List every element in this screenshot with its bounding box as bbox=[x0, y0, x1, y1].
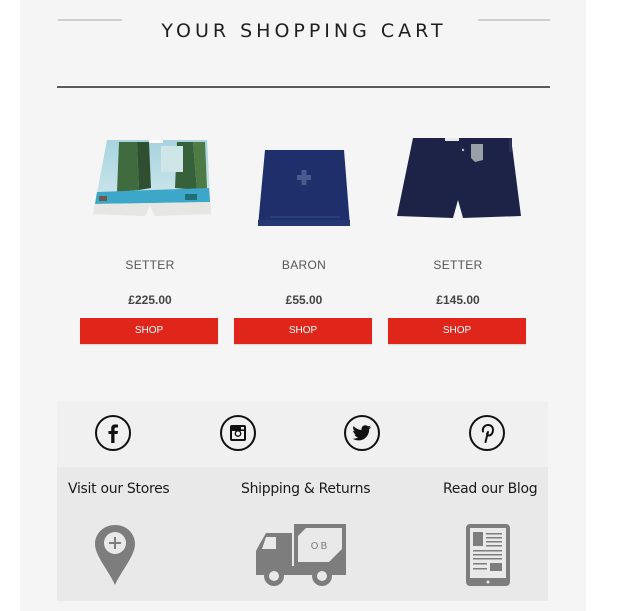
section-divider bbox=[57, 85, 550, 88]
product-card: SETTER £225.00 SHOP bbox=[80, 130, 220, 344]
product-name: BARON bbox=[281, 258, 327, 272]
product-price: £145.00 bbox=[436, 293, 480, 307]
header-rule-left bbox=[58, 19, 122, 21]
delivery-truck-icon[interactable]: OB bbox=[254, 521, 350, 592]
truck-logo-text: OB bbox=[311, 541, 330, 552]
product-price: £225.00 bbox=[128, 293, 172, 307]
cart-header: YOUR SHOPPING CART bbox=[58, 0, 550, 42]
product-name: SETTER bbox=[433, 258, 483, 272]
pinterest-icon bbox=[481, 423, 495, 443]
instagram-icon bbox=[230, 425, 246, 441]
product-name: SETTER bbox=[125, 258, 175, 272]
header-rule-right bbox=[478, 19, 550, 21]
shop-button[interactable]: SHOP bbox=[80, 318, 218, 344]
page-title: YOUR SHOPPING CART bbox=[161, 19, 447, 42]
twitter-link[interactable] bbox=[344, 415, 380, 451]
tablet-article-icon[interactable] bbox=[465, 523, 511, 592]
facebook-link[interactable] bbox=[95, 415, 131, 451]
pinterest-link[interactable] bbox=[469, 415, 505, 451]
map-pin-icon[interactable] bbox=[93, 523, 137, 592]
printed-swim-shorts-image[interactable] bbox=[89, 130, 211, 234]
instagram-link[interactable] bbox=[220, 415, 256, 451]
shipping-returns-link[interactable]: Shipping & Returns bbox=[241, 481, 371, 497]
navy-swim-shorts-image[interactable] bbox=[391, 130, 525, 234]
twitter-icon bbox=[352, 425, 372, 441]
shop-button[interactable]: SHOP bbox=[388, 318, 526, 344]
facebook-icon bbox=[108, 424, 118, 443]
visit-stores-link[interactable]: Visit our Stores bbox=[68, 481, 170, 497]
product-card: SETTER £145.00 SHOP bbox=[388, 130, 528, 344]
social-links-bar bbox=[57, 401, 548, 467]
navy-towel-image[interactable] bbox=[234, 130, 374, 234]
footer-links: Visit our Stores Shipping & Returns Read… bbox=[57, 467, 548, 601]
product-price: £55.00 bbox=[285, 293, 323, 307]
shop-button[interactable]: SHOP bbox=[234, 318, 372, 344]
read-blog-link[interactable]: Read our Blog bbox=[443, 481, 538, 497]
product-card: BARON £55.00 SHOP bbox=[234, 130, 374, 344]
